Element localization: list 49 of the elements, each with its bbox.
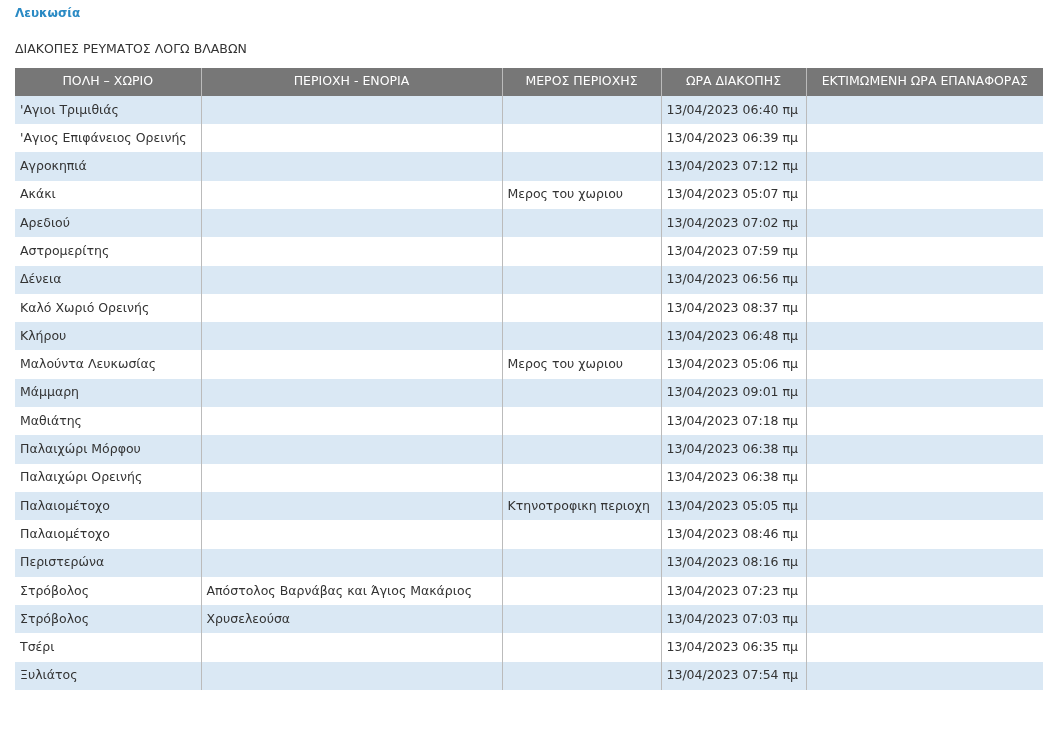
table-cell: Τσέρι: [15, 633, 201, 662]
table-cell: Μερος του χωριου: [502, 180, 661, 209]
region-title[interactable]: Λευκωσία: [15, 4, 1035, 22]
column-header: ΜΕΡΟΣ ΠΕΡΙΟΧΗΣ: [502, 67, 661, 96]
table-cell: Ακάκι: [15, 180, 201, 209]
table-cell: Παλαιομέτοχο: [15, 491, 201, 521]
table-cell: Μαθιάτης: [15, 407, 201, 436]
table-cell: 13/04/2023 07:59 πμ: [661, 237, 806, 266]
table-cell: Κτηνοτροφικη περιοχη: [502, 491, 661, 521]
column-header: ΠΟΛΗ – ΧΩΡΙΟ: [15, 67, 201, 96]
table-cell: 13/04/2023 06:40 πμ: [661, 95, 806, 125]
table-cell: 'Αγιος Επιφάνειος Ορεινής: [15, 124, 201, 153]
table-cell: Παλαιχώρι Ορεινής: [15, 463, 201, 492]
table-cell: Αγροκηπιά: [15, 152, 201, 181]
table-cell: Περιστερώνα: [15, 548, 201, 577]
table-cell: 13/04/2023 08:46 πμ: [661, 520, 806, 549]
table-cell: 13/04/2023 05:07 πμ: [661, 180, 806, 209]
table-cell: 13/04/2023 05:06 πμ: [661, 350, 806, 379]
table-cell: 13/04/2023 06:35 πμ: [661, 633, 806, 662]
column-header: ΠΕΡΙΟΧΗ - ΕΝΟΡΙΑ: [201, 67, 502, 96]
table-cell: 13/04/2023 07:54 πμ: [661, 661, 806, 690]
table-cell: Αστρομερίτης: [15, 237, 201, 266]
table-cell: 13/04/2023 07:02 πμ: [661, 208, 806, 238]
table-cell: 13/04/2023 06:38 πμ: [661, 435, 806, 464]
table-cell: 13/04/2023 09:01 πμ: [661, 378, 806, 407]
table-cell: 13/04/2023 06:56 πμ: [661, 265, 806, 294]
table-cell: Αρεδιού: [15, 208, 201, 238]
table-cell: Παλαιχώρι Μόρφου: [15, 435, 201, 464]
table-cell: 13/04/2023 07:12 πμ: [661, 152, 806, 181]
table-cell: Στρόβολος: [15, 576, 201, 606]
table-cell: Μάμμαρη: [15, 378, 201, 407]
table-cell: Μαλούντα Λευκωσίας: [15, 350, 201, 379]
table-cell: 13/04/2023 06:38 πμ: [661, 463, 806, 492]
table-cell: 'Αγιοι Τριμιθιάς: [15, 95, 201, 125]
column-header: ΕΚΤΙΜΩΜΕΝΗ ΩΡΑ ΕΠΑΝΑΦΟΡΑΣ: [806, 67, 1043, 96]
table-cell: 13/04/2023 08:16 πμ: [661, 548, 806, 577]
column-header: ΩΡΑ ΔΙΑΚΟΠΗΣ: [661, 67, 806, 96]
table-cell: Στρόβολος: [15, 605, 201, 634]
table-cell: Μερος του χωριου: [502, 350, 661, 379]
table-cell: Καλό Χωριό Ορεινής: [15, 293, 201, 323]
table-cell: Δένεια: [15, 265, 201, 294]
table-cell: Κλήρου: [15, 322, 201, 351]
table-cell: 13/04/2023 05:05 πμ: [661, 491, 806, 521]
table-cell: 13/04/2023 07:03 πμ: [661, 605, 806, 634]
table-cell: Ξυλιάτος: [15, 661, 201, 690]
table-cell: 13/04/2023 06:48 πμ: [661, 322, 806, 351]
table-cell: Παλαιομέτοχο: [15, 520, 201, 549]
table-cell: Χρυσελεούσα: [201, 605, 502, 634]
page-heading: ΔΙΑΚΟΠΕΣ ΡΕΥΜΑΤΟΣ ΛΟΓΩ ΒΛΑΒΩΝ: [15, 40, 248, 58]
